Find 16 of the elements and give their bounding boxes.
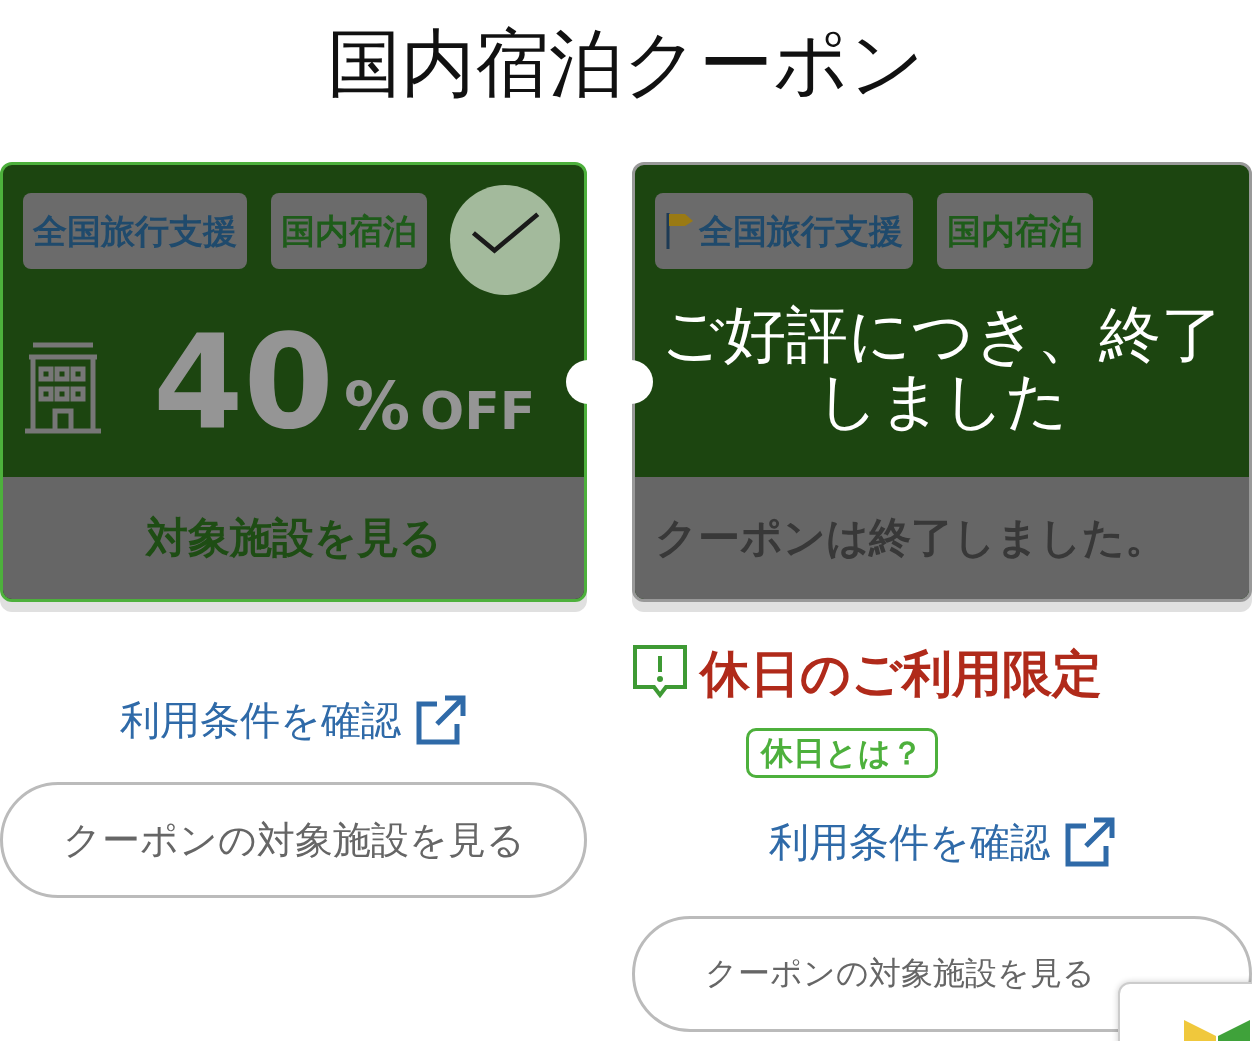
facilities-button[interactable]: クーポンの対象施設を見る [0,782,587,898]
discount-number: 40 [153,317,334,447]
tag: 国内宿泊 [271,193,427,269]
tag: 国内宿泊 [937,193,1093,269]
tag: 全国旅行支援 [655,193,913,269]
external-link-icon [1063,816,1116,868]
page-title: 国内宿泊クーポン [326,19,926,108]
terms-link[interactable]: 利用条件を確認 [768,814,1116,870]
external-link-icon [415,694,467,746]
notice-text: 休日のご利用限定 [700,644,1102,705]
ended-message: ご好評につき、終了しました [660,302,1224,434]
off-label: OFF [420,380,536,443]
terms-link[interactable]: 利用条件を確認 [120,692,467,748]
percent-sign: % [343,367,411,447]
facilities-button[interactable]: クーポンの対象施設を見る [632,916,1252,1032]
tag: 全国旅行支援 [23,193,247,269]
